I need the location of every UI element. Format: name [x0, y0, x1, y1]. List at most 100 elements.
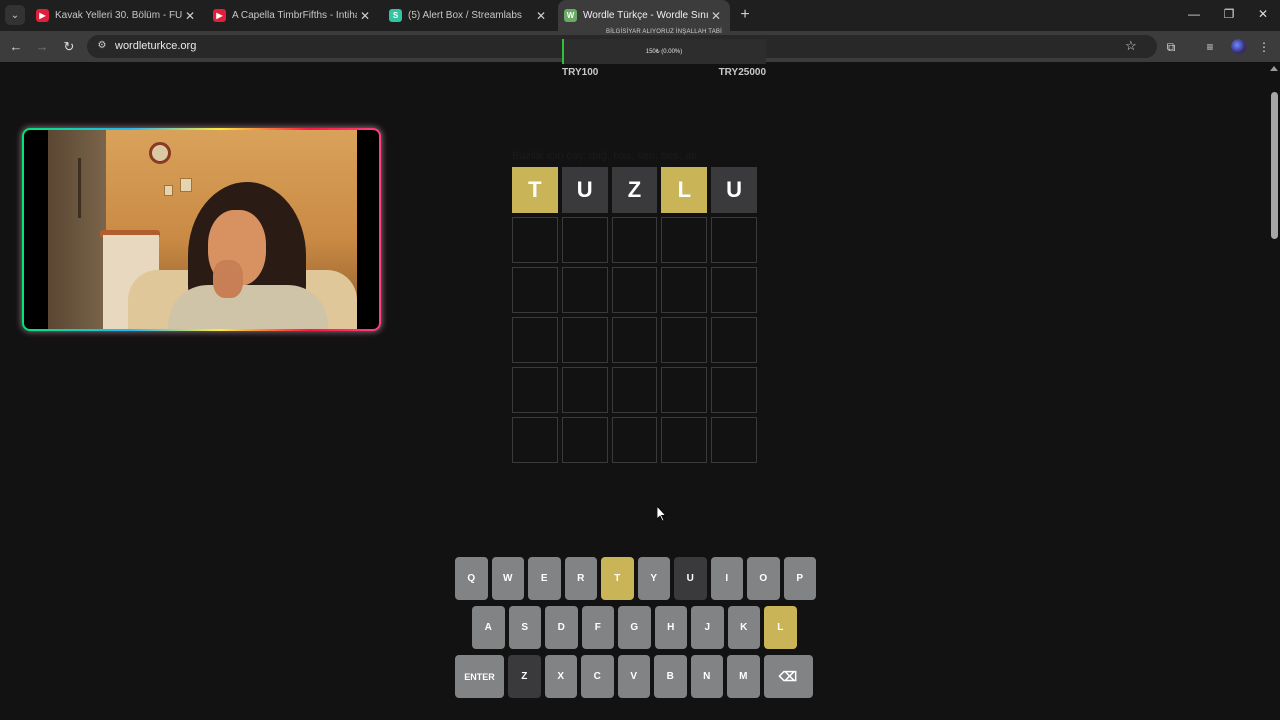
- board-row: [512, 417, 757, 463]
- media-control-icon[interactable]: ≡: [1202, 39, 1218, 55]
- reload-button[interactable]: ↻: [60, 38, 78, 56]
- tab-title: (5) Alert Box / Streamlabs: [408, 10, 522, 21]
- goal-title: BİLGİSİYAR ALIYORUZ İNŞALLAH TABİ: [606, 29, 722, 35]
- key-k[interactable]: K: [727, 606, 760, 649]
- tab-kavak-yelleri[interactable]: ▶ Kavak Yelleri 30. Bölüm - FULL B ✕: [30, 0, 204, 31]
- browser-menu-icon[interactable]: ⋮: [1256, 39, 1272, 55]
- goal-progress-text: 150₺ (0.00%): [645, 49, 683, 55]
- board-tile: [661, 317, 708, 363]
- key-v[interactable]: V: [617, 655, 650, 698]
- board-tile: [711, 367, 757, 413]
- keyboard-row: ENTER Z X C V B N M ⌫: [455, 655, 813, 698]
- key-s[interactable]: S: [508, 606, 541, 649]
- backspace-key[interactable]: ⌫: [763, 655, 813, 698]
- board-tile: [512, 217, 558, 263]
- board-tile: [561, 367, 608, 413]
- board-tile: [512, 367, 558, 413]
- key-m[interactable]: M: [727, 655, 760, 698]
- close-icon[interactable]: ✕: [182, 9, 198, 23]
- scroll-up-arrow-icon[interactable]: [1270, 66, 1278, 71]
- key-e[interactable]: E: [528, 557, 561, 600]
- board-row: [512, 317, 757, 363]
- profile-avatar[interactable]: [1231, 39, 1246, 54]
- board-tile: [711, 267, 757, 313]
- streamlabs-icon: S: [389, 9, 402, 22]
- game-board: TUZLU: [512, 167, 757, 467]
- key-r[interactable]: R: [564, 557, 597, 600]
- board-tile: [611, 317, 658, 363]
- minimize-button[interactable]: —: [1184, 7, 1204, 21]
- bookmark-star-icon[interactable]: ☆: [1125, 38, 1137, 54]
- board-tile: [711, 417, 757, 463]
- board-tile: [611, 367, 658, 413]
- close-icon[interactable]: ✕: [533, 9, 549, 23]
- close-icon[interactable]: ✕: [708, 9, 724, 23]
- board-row: TUZLU: [512, 167, 757, 213]
- donation-goal-overlay: BİLGİSİYAR ALIYORUZ İNŞALLAH TABİ 150₺ (…: [562, 27, 766, 82]
- board-tile: [611, 417, 658, 463]
- goal-min-label: TRY100: [562, 67, 599, 78]
- restore-button[interactable]: ❐: [1219, 7, 1239, 21]
- board-tile: [561, 267, 608, 313]
- key-g[interactable]: G: [618, 606, 651, 649]
- board-tile: [661, 367, 708, 413]
- tab-search-button[interactable]: ⌄: [5, 5, 25, 25]
- keyboard-row: ASDFGHJKL: [472, 606, 797, 649]
- window-close-button[interactable]: ✕: [1253, 7, 1273, 21]
- key-u[interactable]: U: [674, 557, 707, 600]
- tab-streamlabs[interactable]: S (5) Alert Box / Streamlabs ✕: [383, 0, 555, 31]
- goal-max-label: TRY25000: [718, 67, 766, 78]
- key-j[interactable]: J: [691, 606, 724, 649]
- board-tile: [611, 217, 658, 263]
- backspace-icon: ⌫: [778, 668, 798, 684]
- board-tile: [561, 217, 608, 263]
- close-icon[interactable]: ✕: [357, 9, 373, 23]
- key-y[interactable]: Y: [637, 557, 670, 600]
- board-tile: L: [661, 167, 708, 213]
- key-a[interactable]: A: [472, 606, 505, 649]
- board-tile: [512, 317, 558, 363]
- forward-button[interactable]: →: [33, 38, 51, 56]
- key-q[interactable]: Q: [455, 557, 488, 600]
- key-enter[interactable]: ENTER: [455, 655, 504, 698]
- site-info-icon[interactable]: ⚙: [95, 39, 109, 53]
- board-tile: [661, 217, 708, 263]
- scrollbar-thumb[interactable]: [1271, 92, 1278, 239]
- board-tile: [661, 267, 708, 313]
- youtube-icon: ▶: [213, 9, 226, 22]
- youtube-icon: ▶: [36, 9, 49, 22]
- tab-title: A Capella TimbrFifths - İntihaşk: [232, 10, 357, 21]
- key-p[interactable]: P: [783, 557, 816, 600]
- url-text: wordleturkce.org: [115, 40, 197, 52]
- new-tab-button[interactable]: +: [736, 6, 754, 24]
- board-tile: [512, 267, 558, 313]
- key-n[interactable]: N: [690, 655, 723, 698]
- key-c[interactable]: C: [581, 655, 614, 698]
- webcam-overlay: [22, 128, 381, 331]
- key-i[interactable]: I: [710, 557, 743, 600]
- mouse-cursor-icon: [657, 506, 667, 522]
- key-h[interactable]: H: [654, 606, 687, 649]
- wordle-icon: W: [564, 9, 577, 22]
- tab-title: Kavak Yelleri 30. Bölüm - FULL B: [55, 10, 182, 21]
- back-button[interactable]: ←: [7, 38, 25, 56]
- key-w[interactable]: W: [491, 557, 524, 600]
- tab-a-capella[interactable]: ▶ A Capella TimbrFifths - İntihaşk ✕: [207, 0, 379, 31]
- board-tile: Z: [611, 167, 658, 213]
- key-d[interactable]: D: [545, 606, 578, 649]
- key-o[interactable]: O: [747, 557, 780, 600]
- board-tile: [561, 317, 608, 363]
- key-z[interactable]: Z: [508, 655, 541, 698]
- key-f[interactable]: F: [581, 606, 614, 649]
- key-t[interactable]: T: [601, 557, 634, 600]
- extensions-icon[interactable]: ⧉: [1163, 39, 1179, 55]
- webcam-feed: [24, 130, 379, 329]
- board-tile: [711, 317, 757, 363]
- key-l[interactable]: L: [764, 606, 797, 649]
- tab-title: Wordle Türkçe - Wordle Sınırsız: [583, 10, 708, 21]
- board-tile: U: [711, 167, 757, 213]
- board-tile: [661, 417, 708, 463]
- key-b[interactable]: B: [654, 655, 687, 698]
- board-tile: T: [512, 167, 558, 213]
- key-x[interactable]: X: [544, 655, 577, 698]
